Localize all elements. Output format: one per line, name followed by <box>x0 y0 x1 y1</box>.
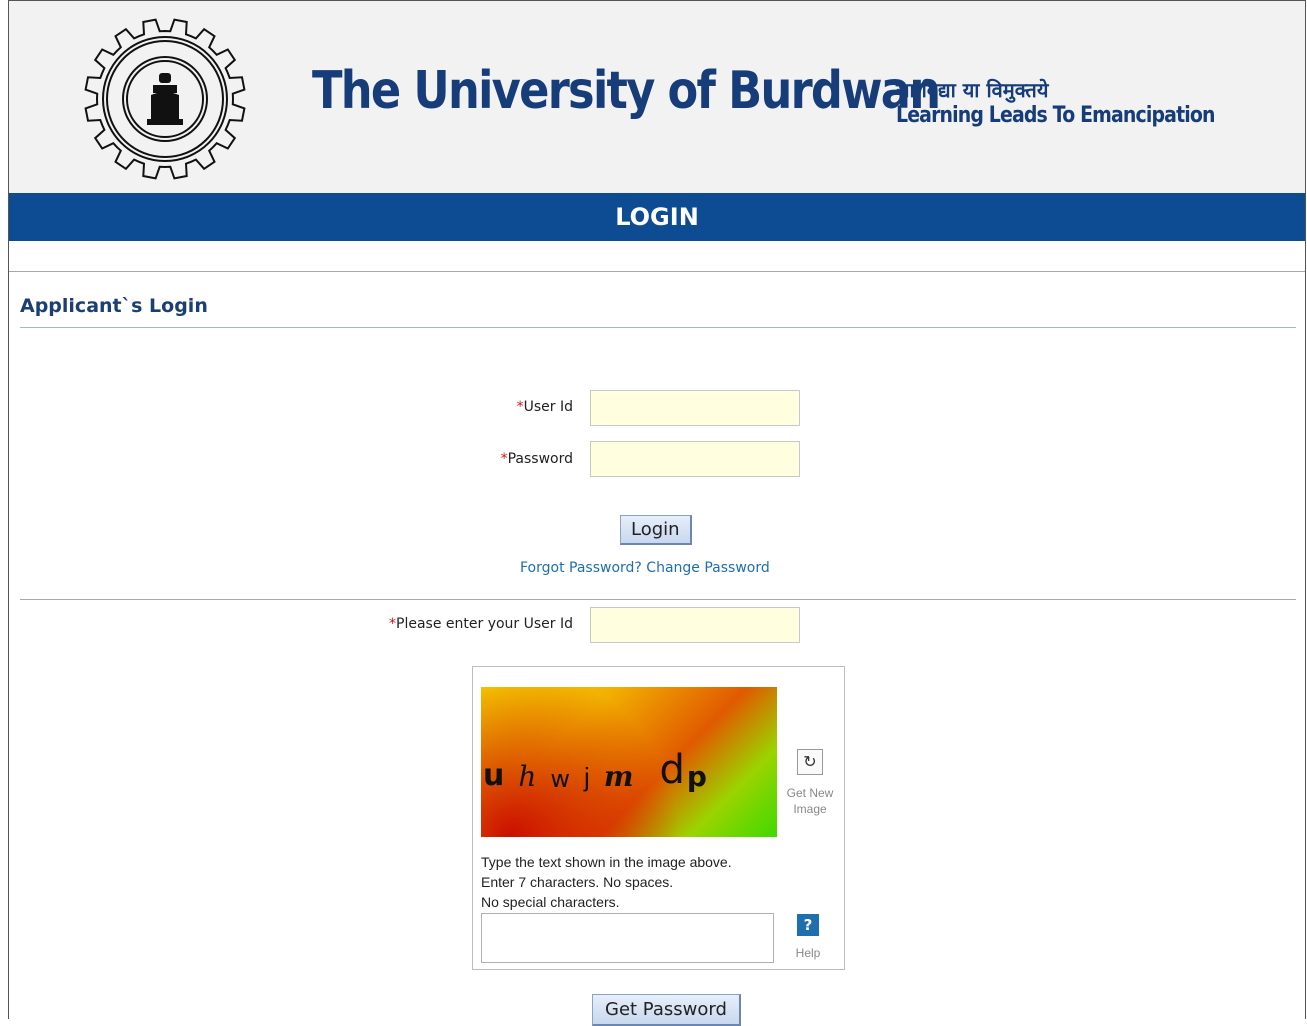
user-id-label: *User Id <box>517 399 573 415</box>
captcha-instructions: Type the text shown in the image above. … <box>481 852 732 912</box>
get-new-image-label-line: Get New <box>786 786 834 800</box>
password-label: *Password <box>501 451 573 467</box>
help-icon[interactable]: ? <box>797 914 819 936</box>
password-label-text: Password <box>507 451 573 467</box>
required-mark: * <box>516 399 524 415</box>
required-mark: * <box>500 451 508 467</box>
page-frame: The University of Burdwan सा विद्या या व… <box>8 0 1306 1026</box>
captcha-instruction: Type the text shown in the image above. <box>481 854 732 870</box>
captcha-char: d <box>659 747 685 793</box>
recovery-user-id-label-text: Please enter your User Id <box>396 616 573 632</box>
user-id-input[interactable] <box>590 390 800 426</box>
captcha-char: p <box>686 760 707 793</box>
site-header: The University of Burdwan सा विद्या या व… <box>9 1 1305 193</box>
captcha-char: w <box>550 765 571 793</box>
divider <box>9 271 1305 272</box>
motto-hindi: सा विद्या या विमुक्तये <box>896 78 1049 102</box>
university-seal-icon <box>84 18 246 180</box>
recovery-user-id-input[interactable] <box>590 607 800 643</box>
captcha-char: h <box>518 760 537 793</box>
password-links: Forgot Password? Change Password <box>520 560 770 576</box>
get-password-button[interactable]: Get Password <box>592 994 741 1026</box>
motto-english: Learning Leads To Emancipation <box>896 103 1216 128</box>
captcha-input[interactable] <box>481 913 774 963</box>
recovery-user-id-label: *Please enter your User Id <box>389 616 573 632</box>
captcha-characters: u h w j m dp <box>481 747 721 793</box>
user-id-label-text: User Id <box>523 399 573 415</box>
login-banner: LOGIN <box>9 193 1305 241</box>
get-new-image-label-line: Image <box>793 802 827 816</box>
section-underline <box>20 327 1296 328</box>
login-button[interactable]: Login <box>620 515 692 545</box>
required-mark: * <box>389 616 397 632</box>
university-motto: सा विद्या या विमुक्तये Learning Leads To… <box>896 77 1267 130</box>
captcha-instruction: Enter 7 characters. No spaces. <box>481 874 674 890</box>
help-label[interactable]: Help <box>778 945 838 961</box>
captcha-instruction: No special characters. <box>481 894 620 910</box>
forgot-password-link[interactable]: Forgot Password? <box>520 560 642 576</box>
captcha-char: j <box>584 762 590 792</box>
captcha-char: m <box>603 760 634 793</box>
refresh-icon[interactable]: ↻ <box>797 749 823 775</box>
get-new-image-label[interactable]: Get New Image <box>780 785 840 817</box>
captcha-box: u h w j m dp ↻ Get New Image Type the text sh… <box>472 666 845 970</box>
university-title: The University of Burdwan <box>312 61 941 121</box>
change-password-link[interactable]: Change Password <box>646 560 769 576</box>
password-input[interactable] <box>590 441 800 477</box>
section-title: Applicant`s Login <box>20 295 208 317</box>
captcha-image: u h w j m dp <box>481 687 777 837</box>
divider <box>20 599 1296 600</box>
captcha-char: u <box>483 758 505 793</box>
